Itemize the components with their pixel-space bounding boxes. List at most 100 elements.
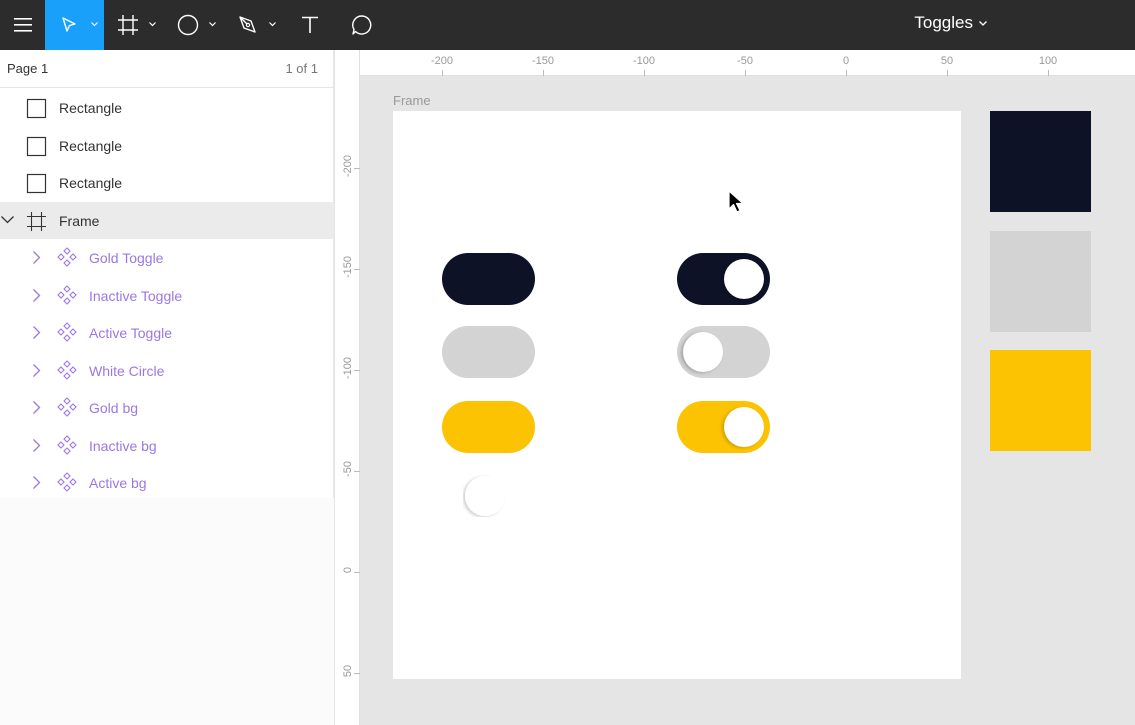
ruler-tick-label: 0 xyxy=(342,566,354,574)
main-menu-button[interactable] xyxy=(0,0,45,50)
move-icon xyxy=(61,17,76,32)
comment-tool-button[interactable] xyxy=(342,0,382,50)
chevron-down-icon xyxy=(91,22,98,27)
gold-bg-shape[interactable] xyxy=(442,401,535,453)
component-icon xyxy=(57,397,77,417)
frame-icon xyxy=(118,15,138,35)
layer-label: White Circle xyxy=(89,362,165,379)
gold-color-swatch[interactable] xyxy=(990,350,1091,451)
menu-icon xyxy=(13,18,32,32)
layer-label: Gold bg xyxy=(89,400,139,416)
document-title-button[interactable]: Toggles xyxy=(914,0,987,46)
white-circle-shape[interactable] xyxy=(463,475,505,517)
ruler-tick-label: 0 xyxy=(842,55,850,67)
move-tool-button[interactable] xyxy=(45,0,104,50)
layer-label: Inactive Toggle xyxy=(89,287,183,304)
horizontal-ruler: -200 -150 -100 -50 0 50 100 xyxy=(335,50,1135,76)
chevron-right-icon[interactable] xyxy=(33,438,41,452)
chevron-down-icon xyxy=(209,22,216,27)
layer-rectangle[interactable]: Rectangle xyxy=(0,127,334,165)
text-tool-button[interactable] xyxy=(290,0,330,50)
layer-label: Gold Toggle xyxy=(89,250,164,266)
ruler-tick xyxy=(354,673,360,674)
layer-rectangle[interactable]: Rectangle xyxy=(0,164,334,202)
active-toggle[interactable] xyxy=(677,253,770,305)
ruler-tick xyxy=(846,70,847,76)
layer-component[interactable]: Active bg xyxy=(0,464,334,502)
canvas-frame[interactable] xyxy=(393,111,961,679)
toggle-knob xyxy=(683,332,723,372)
document-title: Toggles xyxy=(914,13,973,32)
vertical-ruler: -200 -150 -100 -50 0 50 xyxy=(335,76,360,725)
layer-label: Rectangle xyxy=(59,137,123,154)
ruler-tick xyxy=(354,572,360,573)
pen-icon xyxy=(239,16,256,33)
ruler-tick xyxy=(354,471,360,472)
ruler-tick-label: 50 xyxy=(940,55,954,67)
ruler-tick xyxy=(1048,70,1049,76)
ruler-tick-label: 100 xyxy=(1038,55,1058,67)
dark-color-swatch[interactable] xyxy=(990,111,1091,212)
layer-component[interactable]: Inactive bg xyxy=(0,427,334,465)
layer-list: Rectangle Rectangle Rectangle Frame Gold… xyxy=(0,89,334,502)
ruler-tick-label: -50 xyxy=(342,461,354,477)
chevron-down-icon xyxy=(269,22,276,27)
layer-component[interactable]: Gold Toggle xyxy=(0,239,334,277)
ruler-tick xyxy=(354,370,360,371)
ruler-tick-label: -150 xyxy=(342,255,354,279)
gold-toggle[interactable] xyxy=(677,401,770,453)
component-icon xyxy=(57,472,77,492)
layer-component[interactable]: Inactive Toggle xyxy=(0,277,334,315)
toggle-knob xyxy=(724,259,764,299)
chevron-right-icon[interactable] xyxy=(33,251,41,264)
ruler-tick-label: -100 xyxy=(342,356,354,380)
page-count: 1 of 1 xyxy=(285,61,318,76)
ruler-tick-label: -200 xyxy=(430,55,454,67)
ruler-tick-label: -100 xyxy=(632,55,656,67)
layer-component[interactable]: Active Toggle xyxy=(0,314,334,352)
layer-label: Inactive bg xyxy=(89,437,157,454)
ellipse-icon xyxy=(177,14,199,36)
rectangle-icon xyxy=(26,98,47,119)
component-icon xyxy=(57,284,77,305)
ruler-corner xyxy=(335,50,360,76)
ruler-tick-label: 50 xyxy=(342,664,354,678)
ellipse-tool-button[interactable] xyxy=(168,0,220,50)
ruler-tick xyxy=(442,70,443,76)
layer-frame[interactable]: Frame xyxy=(0,201,334,239)
active-bg-shape[interactable] xyxy=(442,253,535,305)
chevron-right-icon[interactable] xyxy=(33,401,41,414)
layer-component[interactable]: White Circle xyxy=(0,352,334,390)
chevron-right-icon[interactable] xyxy=(33,363,41,377)
chevron-right-icon[interactable] xyxy=(33,326,41,339)
chevron-down-icon[interactable] xyxy=(1,215,14,224)
page-selector[interactable]: Page 1 1 of 1 xyxy=(0,50,334,88)
text-icon xyxy=(302,16,318,33)
inactive-toggle[interactable] xyxy=(677,326,770,378)
frame-tool-button[interactable] xyxy=(108,0,160,50)
chevron-down-icon xyxy=(149,22,156,27)
gray-color-swatch[interactable] xyxy=(990,231,1091,332)
layer-component[interactable]: Gold bg xyxy=(0,389,334,427)
component-icon xyxy=(57,322,77,342)
ruler-tick-label: -200 xyxy=(342,154,354,178)
inactive-bg-shape[interactable] xyxy=(442,326,535,378)
ruler-tick xyxy=(644,70,645,76)
component-icon xyxy=(57,247,77,267)
layers-panel-empty-area xyxy=(0,498,334,725)
rectangle-icon xyxy=(26,136,47,156)
layer-rectangle[interactable]: Rectangle xyxy=(0,89,334,127)
ruler-tick xyxy=(354,168,360,169)
chevron-right-icon[interactable] xyxy=(33,288,41,302)
layer-label: Frame xyxy=(59,212,100,229)
rectangle-icon xyxy=(26,173,47,194)
layer-label: Active bg xyxy=(89,475,147,491)
ruler-tick xyxy=(543,70,544,76)
component-icon xyxy=(57,434,77,455)
ruler-tick xyxy=(745,70,746,76)
chevron-right-icon[interactable] xyxy=(33,476,41,489)
layer-label: Rectangle xyxy=(59,175,123,191)
pen-tool-button[interactable] xyxy=(228,0,280,50)
ruler-tick-label: -50 xyxy=(737,55,753,67)
frame-label[interactable]: Frame xyxy=(393,93,431,108)
